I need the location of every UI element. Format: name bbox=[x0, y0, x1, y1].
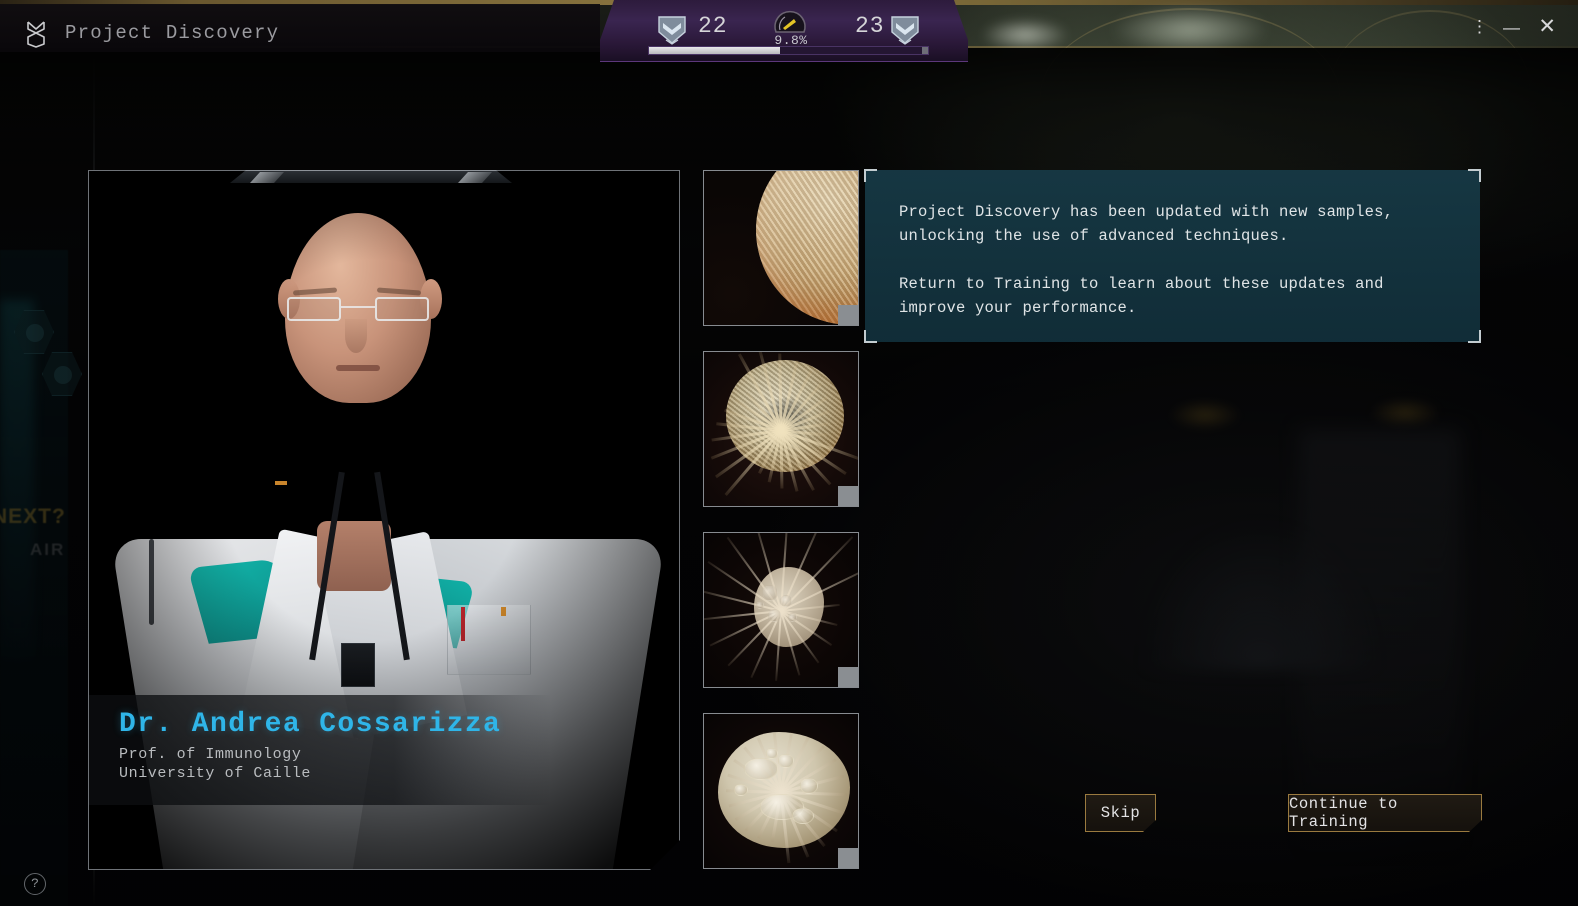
skip-button[interactable]: Skip bbox=[1085, 794, 1156, 832]
window-controls: ⋮ — ✕ bbox=[1428, 0, 1578, 48]
cell-vesicle bbox=[800, 778, 818, 794]
help-icon[interactable]: ? bbox=[24, 873, 46, 895]
sample-image-1 bbox=[704, 171, 858, 325]
sample-thumbnail-4[interactable] bbox=[703, 713, 859, 869]
panel-corner-top-right bbox=[1468, 169, 1481, 182]
portrait-panel: Dr. Andrea Cossarizza Prof. of Immunolog… bbox=[88, 170, 680, 870]
portrait-frame-tab bbox=[230, 170, 512, 183]
scientist-affiliation: University of Caille bbox=[119, 765, 312, 782]
cell-vesicle bbox=[778, 754, 794, 768]
close-icon[interactable]: ✕ bbox=[1538, 14, 1556, 39]
sample-image-3 bbox=[704, 533, 858, 687]
cell-vesicle bbox=[766, 748, 778, 759]
gauge-icon bbox=[773, 6, 807, 36]
level-progress-fill bbox=[649, 47, 781, 54]
sample-thumbnail-list bbox=[703, 170, 859, 894]
sample-thumbnail-3[interactable] bbox=[703, 532, 859, 688]
sample-thumbnail-2[interactable] bbox=[703, 351, 859, 507]
sample-image-4 bbox=[704, 714, 858, 868]
announcement-panel: Project Discovery has been updated with … bbox=[864, 169, 1481, 343]
panel-corner-bottom-left bbox=[864, 330, 877, 343]
panel-corner-top-left bbox=[864, 169, 877, 182]
cell-vesicle bbox=[788, 613, 797, 622]
scientist-name: Dr. Andrea Cossarizza bbox=[119, 709, 502, 740]
sample-image-2 bbox=[704, 352, 858, 506]
level-progress-cap bbox=[922, 47, 928, 54]
cell-vesicle bbox=[768, 609, 781, 622]
hud-next-level: 23 bbox=[855, 13, 885, 39]
cell-vesicle bbox=[762, 585, 778, 601]
announcement-paragraph-2: Return to Training to learn about these … bbox=[899, 275, 1384, 318]
scientist-title: Prof. of Immunology bbox=[119, 746, 302, 763]
more-options-icon[interactable]: ⋮ bbox=[1471, 18, 1488, 35]
portrait-tab-notch-right bbox=[458, 172, 492, 183]
announcement-paragraph-1: Project Discovery has been updated with … bbox=[899, 203, 1394, 246]
project-discovery-window: NEXT? AIR Project Discovery 22 bbox=[0, 0, 1578, 906]
thumbnail-corner-marker bbox=[838, 305, 858, 325]
cell-rim-1 bbox=[756, 171, 858, 325]
continue-to-training-button[interactable]: Continue to Training bbox=[1288, 794, 1482, 832]
cell-vesicle bbox=[792, 808, 814, 824]
cell-vesicle bbox=[734, 784, 748, 796]
title-bar: Project Discovery 22 9.8% 23 ⋮ — ✕ bbox=[0, 0, 1578, 62]
portrait-tab-notch-left bbox=[250, 172, 284, 183]
minimize-icon[interactable]: — bbox=[1503, 18, 1520, 38]
hud-current-level: 22 bbox=[698, 13, 728, 39]
thumbnail-corner-marker bbox=[838, 667, 858, 687]
panel-corner-bottom-right bbox=[1468, 330, 1481, 343]
level-progress-bar bbox=[648, 46, 929, 55]
cell-vesicle bbox=[744, 758, 778, 780]
scientist-name-card: Dr. Andrea Cossarizza Prof. of Immunolog… bbox=[89, 695, 551, 805]
rank-badge-icon-next bbox=[888, 12, 922, 46]
cell-vesicle bbox=[756, 601, 764, 609]
sample-thumbnail-1[interactable] bbox=[703, 170, 859, 326]
hud-contents: 22 9.8% 23 bbox=[0, 0, 1578, 55]
cell-vesicle bbox=[780, 595, 792, 607]
rank-badge-icon-current bbox=[655, 12, 689, 46]
thumbnail-corner-marker bbox=[838, 486, 858, 506]
thumbnail-corner-marker bbox=[838, 848, 858, 868]
